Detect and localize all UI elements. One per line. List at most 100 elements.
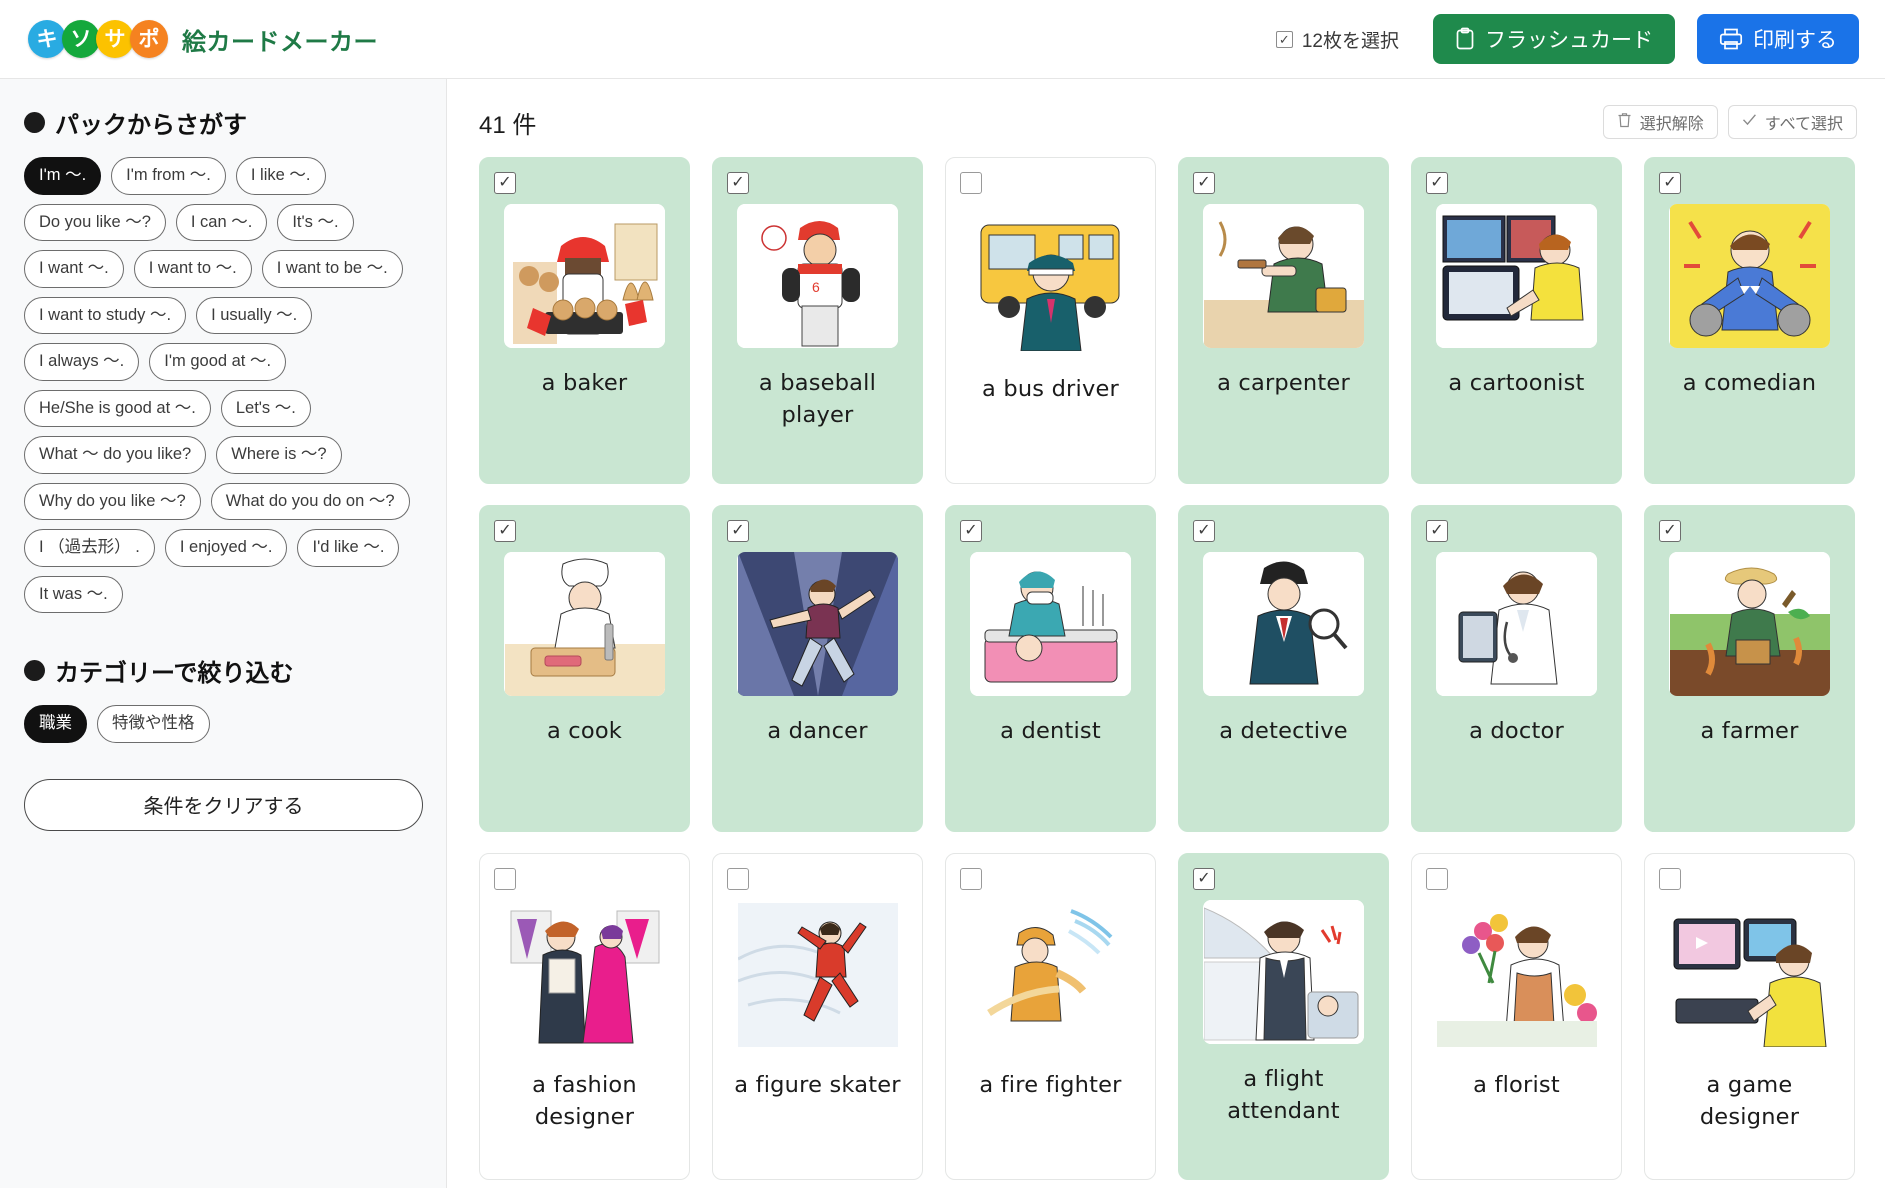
printer-icon — [1719, 28, 1743, 50]
pack-tag-9[interactable]: I want to study 〜. — [24, 296, 187, 334]
card-checkbox-unchecked[interactable] — [494, 868, 516, 890]
card-grid-panel: 41 件 選択解除 すべて選択 ✓ a baker ✓ 6 a baseball… — [447, 79, 1885, 1188]
pack-tag-16[interactable]: Where is 〜? — [216, 436, 342, 474]
card-item[interactable]: ✓ 6 a baseball player — [712, 157, 923, 484]
card-checkbox-checked[interactable]: ✓ — [1193, 868, 1215, 890]
card-item[interactable]: ✓ a dentist — [945, 505, 1156, 832]
card-label: a comedian — [1682, 370, 1817, 396]
pack-tag-15[interactable]: What 〜 do you like? — [24, 436, 207, 474]
card-checkbox-checked[interactable]: ✓ — [494, 520, 516, 542]
card-illustration — [504, 552, 665, 696]
card-checkbox-checked[interactable]: ✓ — [1659, 172, 1681, 194]
card-illustration — [1427, 900, 1607, 1050]
card-illustration — [961, 204, 1141, 354]
pack-tag-11[interactable]: I always 〜. — [24, 343, 140, 381]
category-tag-0[interactable]: 職業 — [24, 705, 87, 743]
card-checkbox-checked[interactable]: ✓ — [1659, 520, 1681, 542]
logo-circle-po: ポ — [130, 20, 168, 58]
card-label: a baseball player — [758, 370, 877, 428]
card-checkbox-unchecked[interactable] — [727, 868, 749, 890]
check-icon — [1742, 113, 1757, 131]
card-illustration — [970, 552, 1131, 696]
card-checkbox-checked[interactable]: ✓ — [1193, 520, 1215, 542]
card-illustration — [1436, 204, 1597, 348]
card-label: a figure skater — [734, 1072, 901, 1098]
card-checkbox-unchecked[interactable] — [1426, 868, 1448, 890]
pack-tag-4[interactable]: I can 〜. — [175, 203, 268, 241]
category-tag-list: 職業 特徴や性格 — [24, 705, 422, 743]
pack-tag-21[interactable]: I'd like 〜. — [297, 529, 400, 567]
card-illustration — [1436, 552, 1597, 696]
card-checkbox-unchecked[interactable] — [1659, 868, 1681, 890]
flashcard-button[interactable]: フラッシュカード — [1433, 14, 1675, 64]
deselect-all-button[interactable]: 選択解除 — [1602, 105, 1718, 139]
pack-tag-17[interactable]: Why do you like 〜? — [24, 482, 201, 520]
pack-tag-3[interactable]: Do you like 〜? — [24, 203, 166, 241]
card-item[interactable]: a florist — [1411, 853, 1622, 1180]
category-tag-1[interactable]: 特徴や性格 — [97, 705, 210, 743]
card-illustration — [961, 900, 1141, 1050]
card-checkbox-checked[interactable]: ✓ — [1426, 520, 1448, 542]
deselect-all-label: 選択解除 — [1639, 116, 1704, 133]
pack-tag-12[interactable]: I'm good at 〜. — [149, 343, 287, 381]
svg-text:6: 6 — [812, 279, 820, 295]
card-checkbox-checked[interactable]: ✓ — [1426, 172, 1448, 194]
card-checkbox-unchecked[interactable] — [960, 868, 982, 890]
card-item[interactable]: ✓ a cartoonist — [1411, 157, 1622, 484]
page-body: パックからさがす I'm 〜. I'm from 〜. I like 〜. Do yo… — [0, 79, 1885, 1188]
pack-tag-18[interactable]: What do you do on 〜? — [210, 482, 410, 520]
pack-tag-20[interactable]: I enjoyed 〜. — [164, 529, 288, 567]
card-label: a bus driver — [982, 376, 1119, 402]
card-item[interactable]: ✓ a detective — [1178, 505, 1389, 832]
checkbox-icon: ✓ — [1275, 30, 1293, 48]
card-label: a baker — [541, 370, 628, 396]
card-label: a dancer — [767, 718, 868, 744]
card-checkbox-checked[interactable]: ✓ — [727, 172, 749, 194]
pack-tag-10[interactable]: I usually 〜. — [196, 296, 313, 334]
selection-count-label: 12枚を選択 — [1301, 30, 1399, 52]
card-item[interactable]: ✓ a doctor — [1411, 505, 1622, 832]
card-item[interactable]: a figure skater — [712, 853, 923, 1180]
card-item[interactable]: a fire fighter — [945, 853, 1156, 1180]
logo-circle-so: ソ — [62, 20, 100, 58]
pack-tag-1[interactable]: I'm from 〜. — [111, 157, 226, 195]
pack-tag-7[interactable]: I want to 〜. — [133, 250, 252, 288]
pack-tag-14[interactable]: Let's 〜. — [220, 389, 311, 427]
card-checkbox-checked[interactable]: ✓ — [727, 520, 749, 542]
card-checkbox-unchecked[interactable] — [960, 172, 982, 194]
card-checkbox-checked[interactable]: ✓ — [494, 172, 516, 194]
card-item[interactable]: a fashion designer — [479, 853, 690, 1180]
pack-tag-2[interactable]: I like 〜. — [235, 157, 326, 195]
card-item[interactable]: a game designer — [1644, 853, 1855, 1180]
card-item[interactable]: ✓ a flight attendant — [1178, 853, 1389, 1180]
pack-tag-13[interactable]: He/She is good at 〜. — [24, 389, 211, 427]
app-logo: キ ソ サ ポ — [28, 20, 168, 58]
selection-count: ✓ 12枚を選択 — [1275, 26, 1399, 53]
card-label: a fashion designer — [532, 1072, 637, 1130]
card-item[interactable]: ✓ a carpenter — [1178, 157, 1389, 484]
card-checkbox-checked[interactable]: ✓ — [960, 520, 982, 542]
pack-tag-22[interactable]: It was 〜. — [24, 575, 123, 613]
clear-filters-button[interactable]: 条件をクリアする — [24, 778, 423, 831]
card-item[interactable]: ✓ a cook — [479, 505, 690, 832]
pack-tag-19[interactable]: I （過去形） . — [24, 529, 155, 567]
select-all-button[interactable]: すべて選択 — [1727, 105, 1857, 139]
pack-tag-6[interactable]: I want 〜. — [24, 250, 124, 288]
pack-tag-0[interactable]: I'm 〜. — [24, 157, 102, 195]
card-illustration — [1203, 900, 1364, 1044]
card-item[interactable]: ✓ a dancer — [712, 505, 923, 832]
card-illustration — [495, 900, 675, 1050]
card-item[interactable]: a bus driver — [945, 157, 1156, 484]
card-item[interactable]: ✓ a baker — [479, 157, 690, 484]
pack-tag-8[interactable]: I want to be 〜. — [261, 250, 403, 288]
card-label: a dentist — [1000, 718, 1101, 744]
card-item[interactable]: ✓ a farmer — [1644, 505, 1855, 832]
card-illustration — [728, 900, 908, 1050]
card-checkbox-checked[interactable]: ✓ — [1193, 172, 1215, 194]
card-illustration — [1669, 204, 1830, 348]
card-item[interactable]: ✓ a comedian — [1644, 157, 1855, 484]
print-button[interactable]: 印刷する — [1697, 14, 1859, 64]
pack-tag-5[interactable]: It's 〜. — [277, 203, 354, 241]
pack-section-title: パックからさがす — [55, 112, 247, 139]
card-label: a doctor — [1469, 718, 1564, 744]
